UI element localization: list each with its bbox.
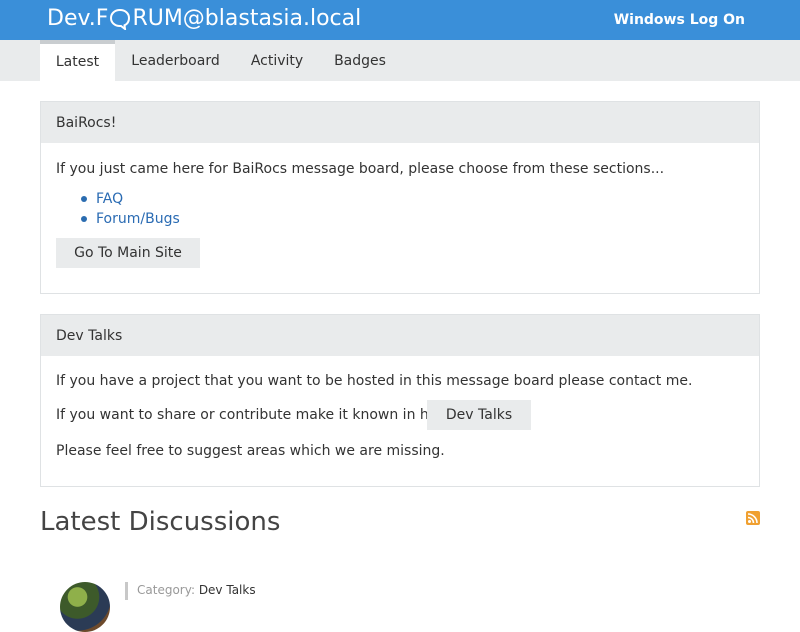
go-to-main-site-button[interactable]: Go To Main Site: [56, 238, 200, 268]
bairocs-panel-title: BaiRocs!: [41, 102, 759, 143]
devtalks-panel-title: Dev Talks: [41, 315, 759, 356]
list-item: FAQ: [81, 189, 180, 209]
windows-logon-link[interactable]: Windows Log On: [614, 10, 745, 30]
forum-bugs-link[interactable]: Forum/Bugs: [96, 211, 180, 227]
devtalks-line-1: If you have a project that you want to b…: [56, 373, 693, 389]
dev-talks-button[interactable]: Dev Talks: [427, 400, 531, 430]
speech-bubble-icon: [109, 8, 131, 30]
section-links: FAQ Forum/Bugs: [81, 189, 180, 229]
devtalks-line-3: Please feel free to suggest areas which …: [56, 443, 445, 459]
nav-tabs: Latest Leaderboard Activity Badges: [0, 40, 800, 81]
avatar[interactable]: [60, 582, 110, 632]
tab-leaderboard[interactable]: Leaderboard: [123, 40, 228, 81]
devtalks-line-2: If you want to share or contribute make …: [56, 407, 452, 423]
brand-suffix: RUM@blastasia.local: [132, 6, 362, 31]
category-label: Category:: [137, 583, 195, 597]
brand-prefix: Dev.F: [47, 6, 109, 31]
tab-latest[interactable]: Latest: [40, 40, 115, 81]
site-brand[interactable]: Dev.F RUM@blastasia.local: [47, 4, 361, 34]
devtalks-panel: Dev Talks If you have a project that you…: [40, 314, 760, 487]
bairocs-intro-text: If you just came here for BaiRocs messag…: [56, 161, 665, 177]
tab-activity[interactable]: Activity: [243, 40, 311, 81]
latest-discussions-title: Latest Discussions: [40, 507, 281, 537]
rss-icon[interactable]: [746, 511, 760, 525]
discussion-category: Category: Dev Talks: [137, 582, 256, 598]
list-item: Forum/Bugs: [81, 209, 180, 229]
faq-link[interactable]: FAQ: [96, 191, 123, 207]
bairocs-panel: BaiRocs! If you just came here for BaiRo…: [40, 101, 760, 294]
category-divider: [125, 582, 128, 600]
category-link[interactable]: Dev Talks: [199, 583, 256, 597]
top-header: Dev.F RUM@blastasia.local Windows Log On: [0, 0, 800, 40]
tab-badges[interactable]: Badges: [326, 40, 394, 81]
